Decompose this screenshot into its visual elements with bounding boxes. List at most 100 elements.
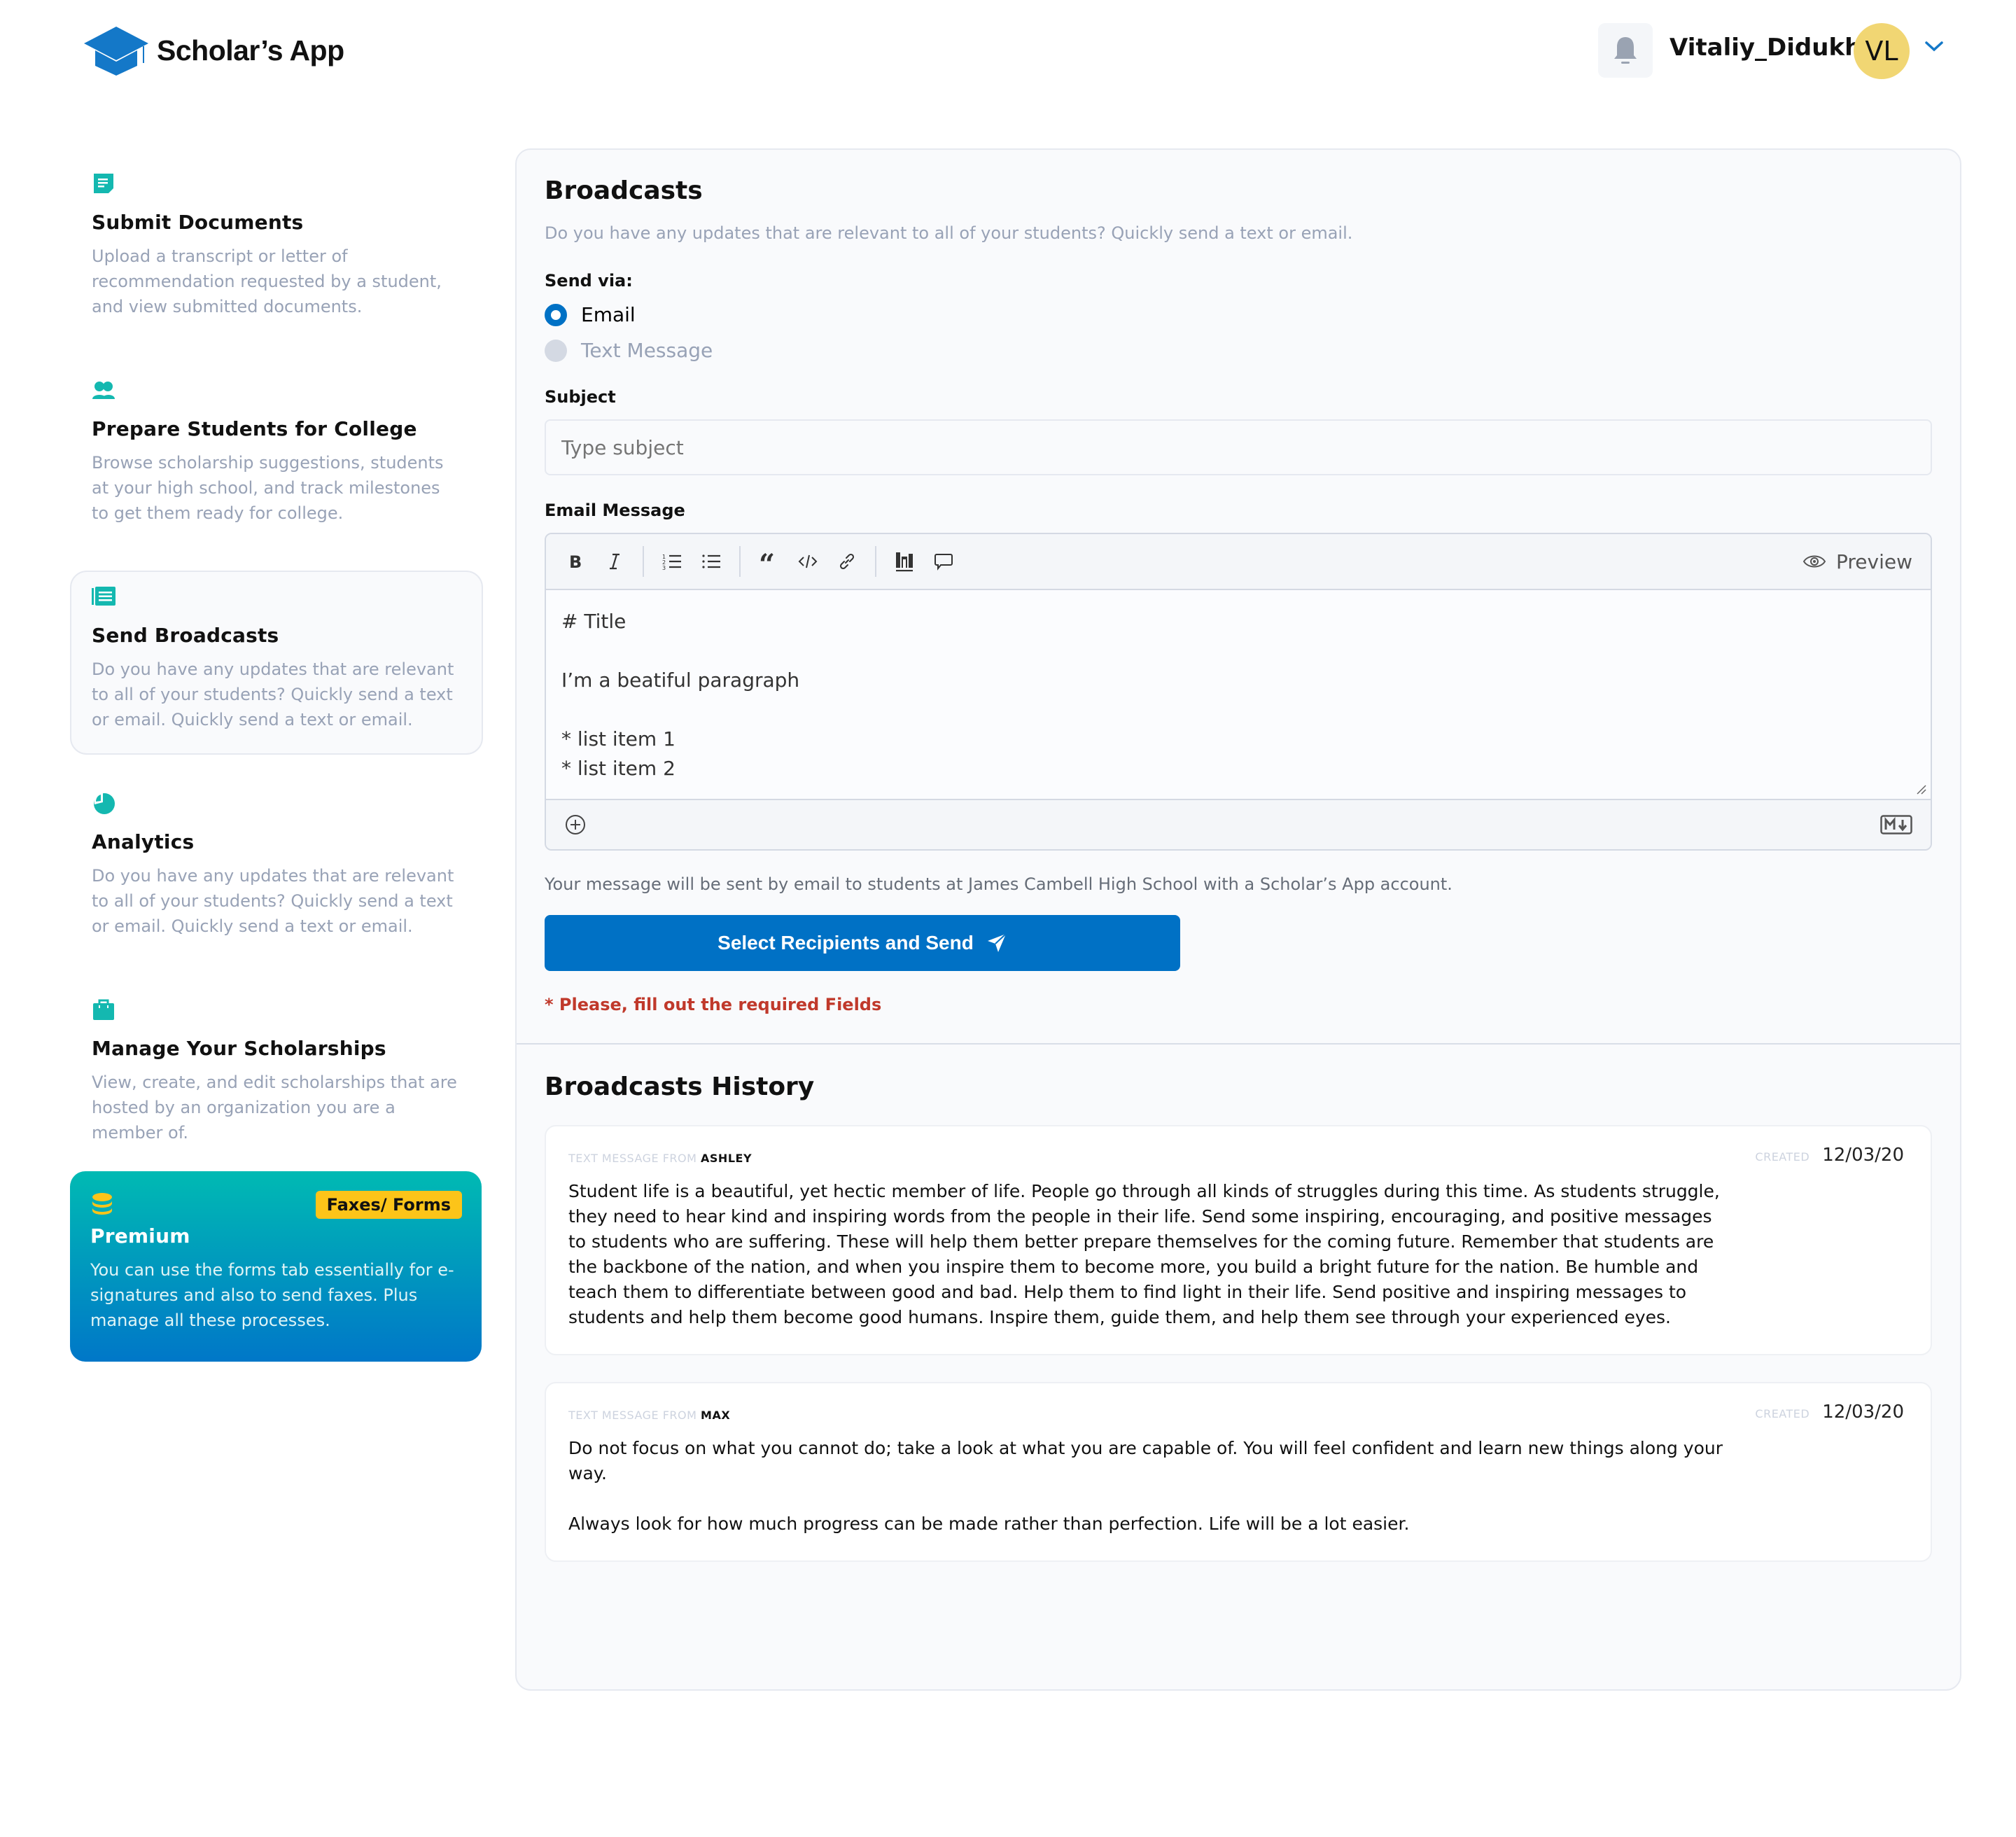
- message-content: # Title I’m a beatiful paragraph * list …: [561, 610, 800, 780]
- sidebar-item-desc: Browse scholarship suggestions, students…: [92, 453, 444, 523]
- message-body: Do not focus on what you cannot do; take…: [568, 1438, 1723, 1534]
- code-icon: [798, 554, 818, 568]
- preview-button[interactable]: Preview: [1802, 550, 1921, 573]
- add-circle-icon[interactable]: [564, 813, 587, 836]
- history-message[interactable]: Text message from MAX Created 12/03/20 Do…: [545, 1382, 1932, 1562]
- notifications-button[interactable]: [1598, 23, 1653, 78]
- sidebar-item-prepare-students[interactable]: Prepare Students for College Browse scho…: [70, 364, 483, 548]
- sidebar-item-analytics[interactable]: Analytics Do you have any updates that a…: [70, 777, 483, 961]
- premium-desc: You can use the forms tab essentially fo…: [90, 1260, 454, 1330]
- comment-button[interactable]: [924, 542, 963, 581]
- sidebar-item-title: Manage Your Scholarships: [92, 1037, 386, 1060]
- unordered-list-button[interactable]: [692, 542, 731, 581]
- radio-button-selected[interactable]: [545, 303, 567, 326]
- newspaper-icon: [92, 587, 115, 606]
- markdown-editor: B 123 “ Preview # Title I’m a beatiful p…: [545, 533, 1932, 851]
- users-icon: [92, 382, 115, 399]
- user-name[interactable]: Vitaliy_Didukh: [1670, 34, 1861, 62]
- page-title: Broadcasts: [545, 176, 703, 205]
- message-created: Created 12/03/20: [1755, 1402, 1904, 1423]
- send-info-text: Your message will be sent by email to st…: [545, 874, 1452, 894]
- sidebar-item-send-broadcasts[interactable]: Send Broadcasts Do you have any updates …: [70, 571, 483, 755]
- radio-text-message[interactable]: Text Message: [545, 339, 1932, 362]
- sidebar-item-desc: Do you have any updates that are relevan…: [92, 659, 454, 729]
- app-logo[interactable]: Scholar’s App: [84, 25, 344, 76]
- created-label: Created: [1755, 1150, 1810, 1164]
- history-message[interactable]: Text message from ASHLEY Created 12/03/20…: [545, 1125, 1932, 1355]
- radio-label: Text Message: [581, 339, 713, 362]
- ordered-list-icon: 123: [662, 554, 681, 570]
- bold-icon: B: [569, 552, 582, 571]
- sidebar-item-desc: Upload a transcript or letter of recomme…: [92, 246, 442, 316]
- editor-toolbar: B 123 “ Preview: [546, 534, 1931, 590]
- quote-icon: “: [759, 553, 775, 570]
- premium-title: Premium: [90, 1224, 190, 1248]
- created-date: 12/03/20: [1822, 1402, 1904, 1423]
- sidebar-item-title: Submit Documents: [92, 211, 304, 234]
- toolbar-divider: [643, 546, 644, 577]
- quote-button[interactable]: “: [749, 542, 788, 581]
- markdown-icon: [1880, 815, 1912, 834]
- image-button[interactable]: [885, 542, 924, 581]
- message-sender: MAX: [701, 1409, 731, 1422]
- image-icon: [896, 552, 913, 572]
- briefcase-icon: [93, 999, 114, 1020]
- svg-text:“: “: [759, 553, 775, 570]
- graduation-cap-icon: [84, 27, 148, 76]
- send-via-label: Send via:: [545, 271, 633, 291]
- section-divider: [517, 1043, 1960, 1045]
- bell-icon: [1614, 37, 1637, 64]
- code-button[interactable]: [788, 542, 827, 581]
- from-prefix: Text message from: [568, 1152, 697, 1165]
- email-message-label: Email Message: [545, 501, 685, 520]
- avatar-initials: VL: [1865, 36, 1898, 67]
- premium-badge: Faxes/ Forms: [315, 1191, 462, 1219]
- preview-label: Preview: [1836, 550, 1912, 573]
- avatar[interactable]: VL: [1854, 23, 1910, 79]
- ordered-list-button[interactable]: 123: [652, 542, 692, 581]
- sidebar-item-desc: Do you have any updates that are relevan…: [92, 866, 454, 936]
- subject-label: Subject: [545, 387, 616, 407]
- editor-footer: [546, 799, 1931, 849]
- svg-text:3: 3: [662, 565, 666, 570]
- link-icon: [839, 553, 855, 570]
- user-menu-toggle[interactable]: [1924, 39, 1945, 56]
- message-sender: ASHLEY: [701, 1152, 752, 1165]
- bold-button[interactable]: B: [556, 542, 595, 581]
- send-button-label: Select Recipients and Send: [718, 932, 974, 954]
- message-created: Created 12/03/20: [1755, 1145, 1904, 1166]
- sidebar-item-manage-scholarships[interactable]: Manage Your Scholarships View, create, a…: [70, 984, 483, 1168]
- premium-card[interactable]: Faxes/ Forms Premium You can use the for…: [70, 1171, 482, 1362]
- italic-button[interactable]: [595, 542, 634, 581]
- validation-error: * Please, fill out the required Fields: [545, 995, 882, 1014]
- toolbar-divider: [739, 546, 741, 577]
- app-name: Scholar’s App: [157, 34, 344, 67]
- broadcasts-panel: Broadcasts Do you have any updates that …: [515, 148, 1961, 1691]
- subject-input[interactable]: [545, 419, 1932, 475]
- document-icon: [94, 174, 113, 193]
- link-button[interactable]: [827, 542, 867, 581]
- history-title: Broadcasts History: [545, 1073, 815, 1101]
- unordered-list-icon: [702, 554, 720, 568]
- sidebar: Submit Documents Upload a transcript or …: [70, 158, 483, 1190]
- sidebar-item-title: Analytics: [92, 830, 195, 853]
- eye-icon: [1802, 555, 1826, 568]
- sidebar-item-submit-documents[interactable]: Submit Documents Upload a transcript or …: [70, 158, 483, 342]
- message-textarea[interactable]: # Title I’m a beatiful paragraph * list …: [546, 590, 1931, 799]
- pie-chart-icon: [94, 792, 115, 814]
- radio-button[interactable]: [545, 339, 567, 362]
- resize-handle-icon[interactable]: [1915, 783, 1926, 795]
- italic-icon: [610, 553, 620, 570]
- chevron-down-icon: [1925, 41, 1943, 52]
- radio-email[interactable]: Email: [545, 303, 1932, 326]
- page-subtitle: Do you have any updates that are relevan…: [545, 223, 1353, 243]
- message-meta: Text message from ASHLEY: [568, 1152, 1904, 1165]
- send-icon: [987, 933, 1007, 952]
- created-date: 12/03/20: [1822, 1145, 1904, 1166]
- select-recipients-send-button[interactable]: Select Recipients and Send: [545, 915, 1180, 971]
- message-meta: Text message from MAX: [568, 1409, 1904, 1422]
- coins-icon: [92, 1193, 112, 1215]
- created-label: Created: [1755, 1407, 1810, 1420]
- from-prefix: Text message from: [568, 1409, 697, 1422]
- sidebar-item-title: Prepare Students for College: [92, 417, 417, 440]
